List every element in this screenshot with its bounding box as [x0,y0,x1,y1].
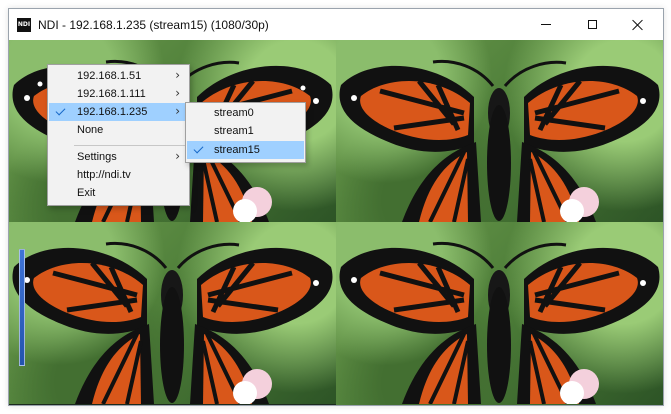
menu-item-192-168-1-111[interactable]: 192.168.1.111 › [49,85,188,103]
butterfly-image [339,59,660,222]
minimize-button[interactable] [523,9,569,40]
ndi-app-icon: NDI [17,18,31,32]
video-tile [336,40,663,222]
maximize-button[interactable] [569,9,615,40]
video-tile [336,222,663,405]
butterfly-image [12,241,333,404]
volume-level-indicator [19,249,25,366]
submenu-item-label: stream15 [214,144,260,156]
menu-item-192-168-1-51[interactable]: 192.168.1.51 › [49,67,188,85]
submenu-item-label: stream1 [214,125,254,137]
submenu-item-stream1[interactable]: stream1 [187,122,304,140]
title-bar[interactable]: NDI NDI - 192.168.1.235 (stream15) (1080… [9,9,663,40]
close-button[interactable] [615,9,661,40]
menu-item-exit[interactable]: Exit [49,184,188,202]
menu-item-label: 192.168.1.235 [77,106,148,118]
menu-item-ndi-link[interactable]: http://ndi.tv [49,166,188,184]
submenu-arrow-icon: › [175,149,180,163]
submenu-arrow-icon: › [175,86,180,100]
minimize-icon [541,24,551,25]
menu-item-settings[interactable]: Settings › [49,148,188,166]
menu-item-label: Settings [77,151,117,163]
maximize-icon [587,20,597,29]
submenu-item-stream15[interactable]: stream15 [187,141,304,159]
menu-item-label: 192.168.1.51 [77,70,142,82]
submenu-item-label: stream0 [214,107,254,119]
submenu-item-stream0[interactable]: stream0 [187,104,304,122]
video-tile [9,222,336,404]
menu-separator [74,145,187,146]
close-icon [632,19,644,31]
ndi-viewer-window: NDI NDI - 192.168.1.235 (stream15) (1080… [8,8,664,406]
submenu-arrow-icon: › [175,68,180,82]
menu-item-none[interactable]: None [49,121,188,139]
checkmark-icon [193,143,204,154]
menu-item-label: Exit [77,187,96,199]
menu-item-192-168-1-235[interactable]: 192.168.1.235 › [49,103,188,121]
checkmark-icon [55,105,66,116]
butterfly-image [339,241,660,404]
window-title: NDI - 192.168.1.235 (stream15) (1080/30p… [38,18,269,32]
source-context-menu: 192.168.1.51 › 192.168.1.111 › 192.168.1… [47,64,190,206]
submenu-arrow-icon: › [175,104,180,118]
menu-item-label: 192.168.1.111 [77,88,146,100]
menu-item-label: http://ndi.tv [77,169,131,181]
menu-item-label: None [77,124,104,136]
stream-submenu: stream0 stream1 stream15 [185,102,306,163]
